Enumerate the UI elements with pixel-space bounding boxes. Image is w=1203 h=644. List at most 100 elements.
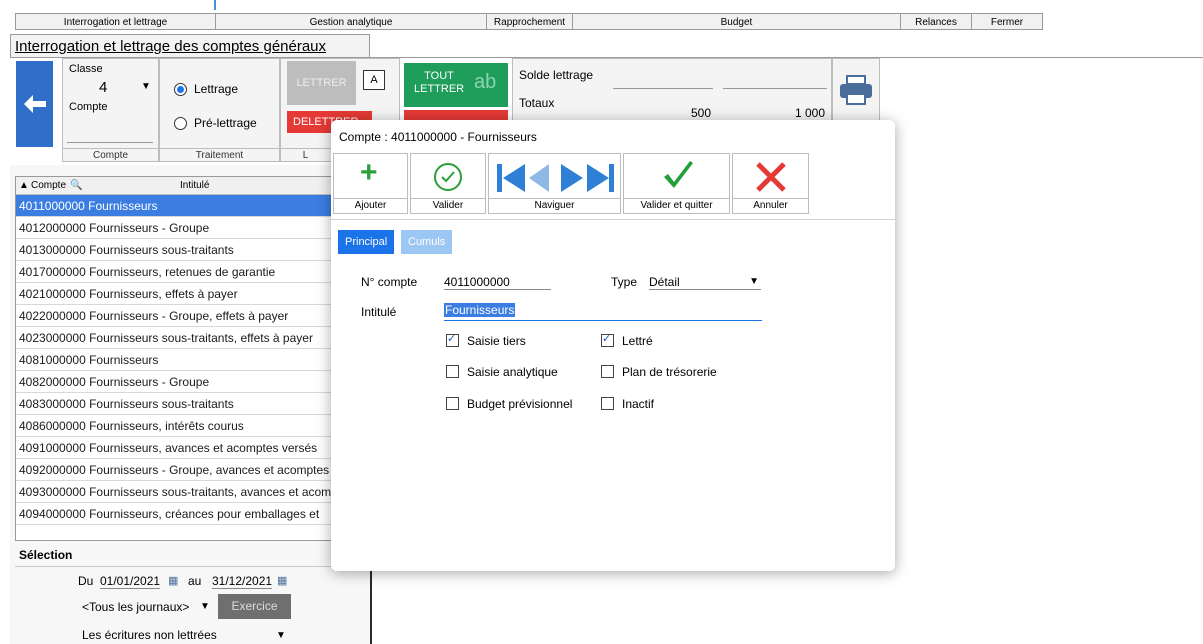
chevron-down-icon: ▼ — [749, 276, 759, 287]
list-item[interactable]: 4094000000 Fournisseurs, créances pour e… — [16, 503, 342, 525]
prelettrage-radio-label: Pré-lettrage — [194, 116, 257, 130]
group-label-traitement: Traitement — [159, 148, 280, 162]
lettrer-button[interactable]: LETTRER — [287, 61, 356, 105]
list-item[interactable]: 4021000000 Fournisseurs, effets à payer — [16, 283, 342, 305]
list-item[interactable]: 4023000000 Fournisseurs sous-traitants, … — [16, 327, 342, 349]
valider-label: Valider — [411, 198, 485, 211]
sort-asc-icon: ▲ — [19, 180, 29, 191]
intitule-label: Intitulé — [361, 305, 397, 319]
lettrage-radio-label: Lettrage — [194, 82, 239, 96]
menu-interrogation-lettrage[interactable]: Interrogation et lettrage — [15, 13, 215, 30]
num-compte-label: N° compte — [361, 275, 418, 289]
col-intitule-header[interactable]: Intitulé — [180, 177, 209, 194]
page-tab-title: Interrogation et lettrage des comptes gé… — [15, 38, 327, 55]
type-value: Détail — [649, 275, 680, 289]
tout-lettrer-button[interactable]: TOUT LETTRER ab — [404, 63, 508, 107]
ajouter-label: Ajouter — [334, 198, 407, 211]
solde-lettrage-label: Solde lettrage — [519, 68, 594, 82]
checkmark-icon — [664, 161, 693, 188]
inactif-label: Inactif — [622, 397, 655, 411]
list-item[interactable]: 4082000000 Fournisseurs - Groupe — [16, 371, 342, 393]
inactif-checkbox[interactable] — [601, 397, 614, 410]
list-item[interactable]: 4011000000 Fournisseurs — [16, 195, 342, 217]
chevron-down-icon: ▼ — [141, 81, 151, 92]
col-compte-header[interactable]: Compte — [31, 177, 66, 194]
list-item[interactable]: 4091000000 Fournisseurs, avances et acom… — [16, 437, 342, 459]
dialog-title: Compte : 4011000000 - Fournisseurs — [339, 130, 537, 144]
prelettrage-radio[interactable] — [174, 117, 187, 130]
classe-select[interactable]: 4 ▼ — [69, 79, 153, 97]
totaux-label: Totaux — [519, 96, 555, 110]
exercice-button[interactable]: Exercice — [218, 594, 291, 619]
valider-button[interactable]: Valider — [410, 153, 486, 214]
dialog-divider — [331, 219, 895, 220]
ab-icon: ab — [474, 71, 497, 93]
naviguer-label: Naviguer — [489, 198, 620, 211]
printer-icon — [840, 75, 872, 105]
selection-divider — [15, 566, 365, 567]
a-button[interactable]: A — [363, 70, 385, 90]
menu-indicator — [214, 0, 216, 10]
saisie-analytique-label: Saisie analytique — [467, 365, 558, 379]
annuler-label: Annuler — [733, 198, 808, 211]
saisie-tiers-label: Saisie tiers — [467, 334, 526, 348]
list-item[interactable]: 4086000000 Fournisseurs, intérêts courus — [16, 415, 342, 437]
intitule-value: Fournisseurs — [444, 303, 516, 317]
saisie-tiers-checkbox[interactable] — [446, 332, 459, 347]
menu-budget[interactable]: Budget — [572, 13, 900, 30]
menu-gestion-analytique[interactable]: Gestion analytique — [215, 13, 486, 30]
chevron-down-icon[interactable]: ▼ — [276, 630, 286, 641]
budget-previsionnel-checkbox[interactable] — [446, 397, 459, 410]
lettre-label: Lettré — [622, 334, 653, 348]
type-label: Type — [611, 275, 638, 289]
intitule-input[interactable]: Fournisseurs — [444, 303, 762, 321]
list-header: ▲ Compte 🔍 Intitulé — [16, 177, 342, 195]
list-item[interactable]: 4092000000 Fournisseurs - Groupe, avance… — [16, 459, 342, 481]
lettrage-radio[interactable] — [174, 83, 187, 96]
annuler-button[interactable]: Annuler — [732, 153, 809, 214]
ecritures-select[interactable]: Les écritures non lettrées — [82, 628, 217, 642]
list-item[interactable]: 4013000000 Fournisseurs sous-traitants — [16, 239, 342, 261]
page-tab[interactable]: Interrogation et lettrage des comptes gé… — [10, 34, 370, 58]
menu-fermer[interactable]: Fermer — [971, 13, 1043, 30]
valider-quitter-button[interactable]: Valider et quitter — [623, 153, 730, 214]
budget-previsionnel-label: Budget prévisionnel — [467, 397, 573, 411]
solde-field-2 — [723, 88, 827, 89]
totaux-value-2: 1 000 — [723, 106, 825, 121]
menu-relances[interactable]: Relances — [900, 13, 971, 30]
lettre-checkbox[interactable] — [601, 332, 614, 347]
print-button[interactable] — [832, 58, 880, 122]
du-date-input[interactable]: 01/01/2021 — [100, 574, 161, 589]
au-date-input[interactable]: 31/12/2021 — [212, 574, 273, 589]
du-label: Du — [78, 574, 94, 588]
menu-rapprochement[interactable]: Rapprochement — [486, 13, 572, 30]
totaux-value-1: 500 — [613, 106, 711, 121]
compte-input[interactable] — [67, 116, 153, 143]
tab-cumuls[interactable]: Cumuls — [401, 230, 453, 254]
type-select[interactable]: Détail ▼ — [649, 275, 761, 290]
compte-group: Classe 4 ▼ Compte — [62, 58, 159, 162]
journaux-select[interactable]: <Tous les journaux> — [82, 600, 189, 614]
saisie-analytique-checkbox[interactable] — [446, 365, 459, 378]
classe-value: 4 — [99, 79, 108, 96]
list-item[interactable]: 4012000000 Fournisseurs - Groupe — [16, 217, 342, 239]
list-item[interactable]: 4022000000 Fournisseurs - Groupe, effets… — [16, 305, 342, 327]
list-item[interactable]: 4083000000 Fournisseurs sous-traitants — [16, 393, 342, 415]
back-button[interactable] — [16, 61, 53, 147]
list-item[interactable]: 4017000000 Fournisseurs, retenues de gar… — [16, 261, 342, 283]
naviguer-button[interactable]: Naviguer — [488, 153, 621, 214]
list-item[interactable]: 4081000000 Fournisseurs — [16, 349, 342, 371]
calendar-icon[interactable]: ▦ — [168, 574, 178, 587]
au-label: au — [188, 574, 202, 588]
num-compte-input[interactable]: 4011000000 — [444, 275, 551, 290]
selection-title: Sélection — [19, 548, 73, 562]
plan-tresorerie-checkbox[interactable] — [601, 365, 614, 378]
traitement-group: Lettrage Pré-lettrage — [159, 58, 280, 162]
search-icon[interactable]: 🔍 — [70, 177, 82, 194]
chevron-down-icon[interactable]: ▼ — [200, 601, 210, 612]
close-icon — [756, 162, 786, 192]
ajouter-button[interactable]: + Ajouter — [333, 153, 408, 214]
list-item[interactable]: 4093000000 Fournisseurs sous-traitants, … — [16, 481, 342, 503]
calendar-icon[interactable]: ▦ — [277, 574, 287, 587]
tab-principal[interactable]: Principal — [338, 230, 395, 254]
